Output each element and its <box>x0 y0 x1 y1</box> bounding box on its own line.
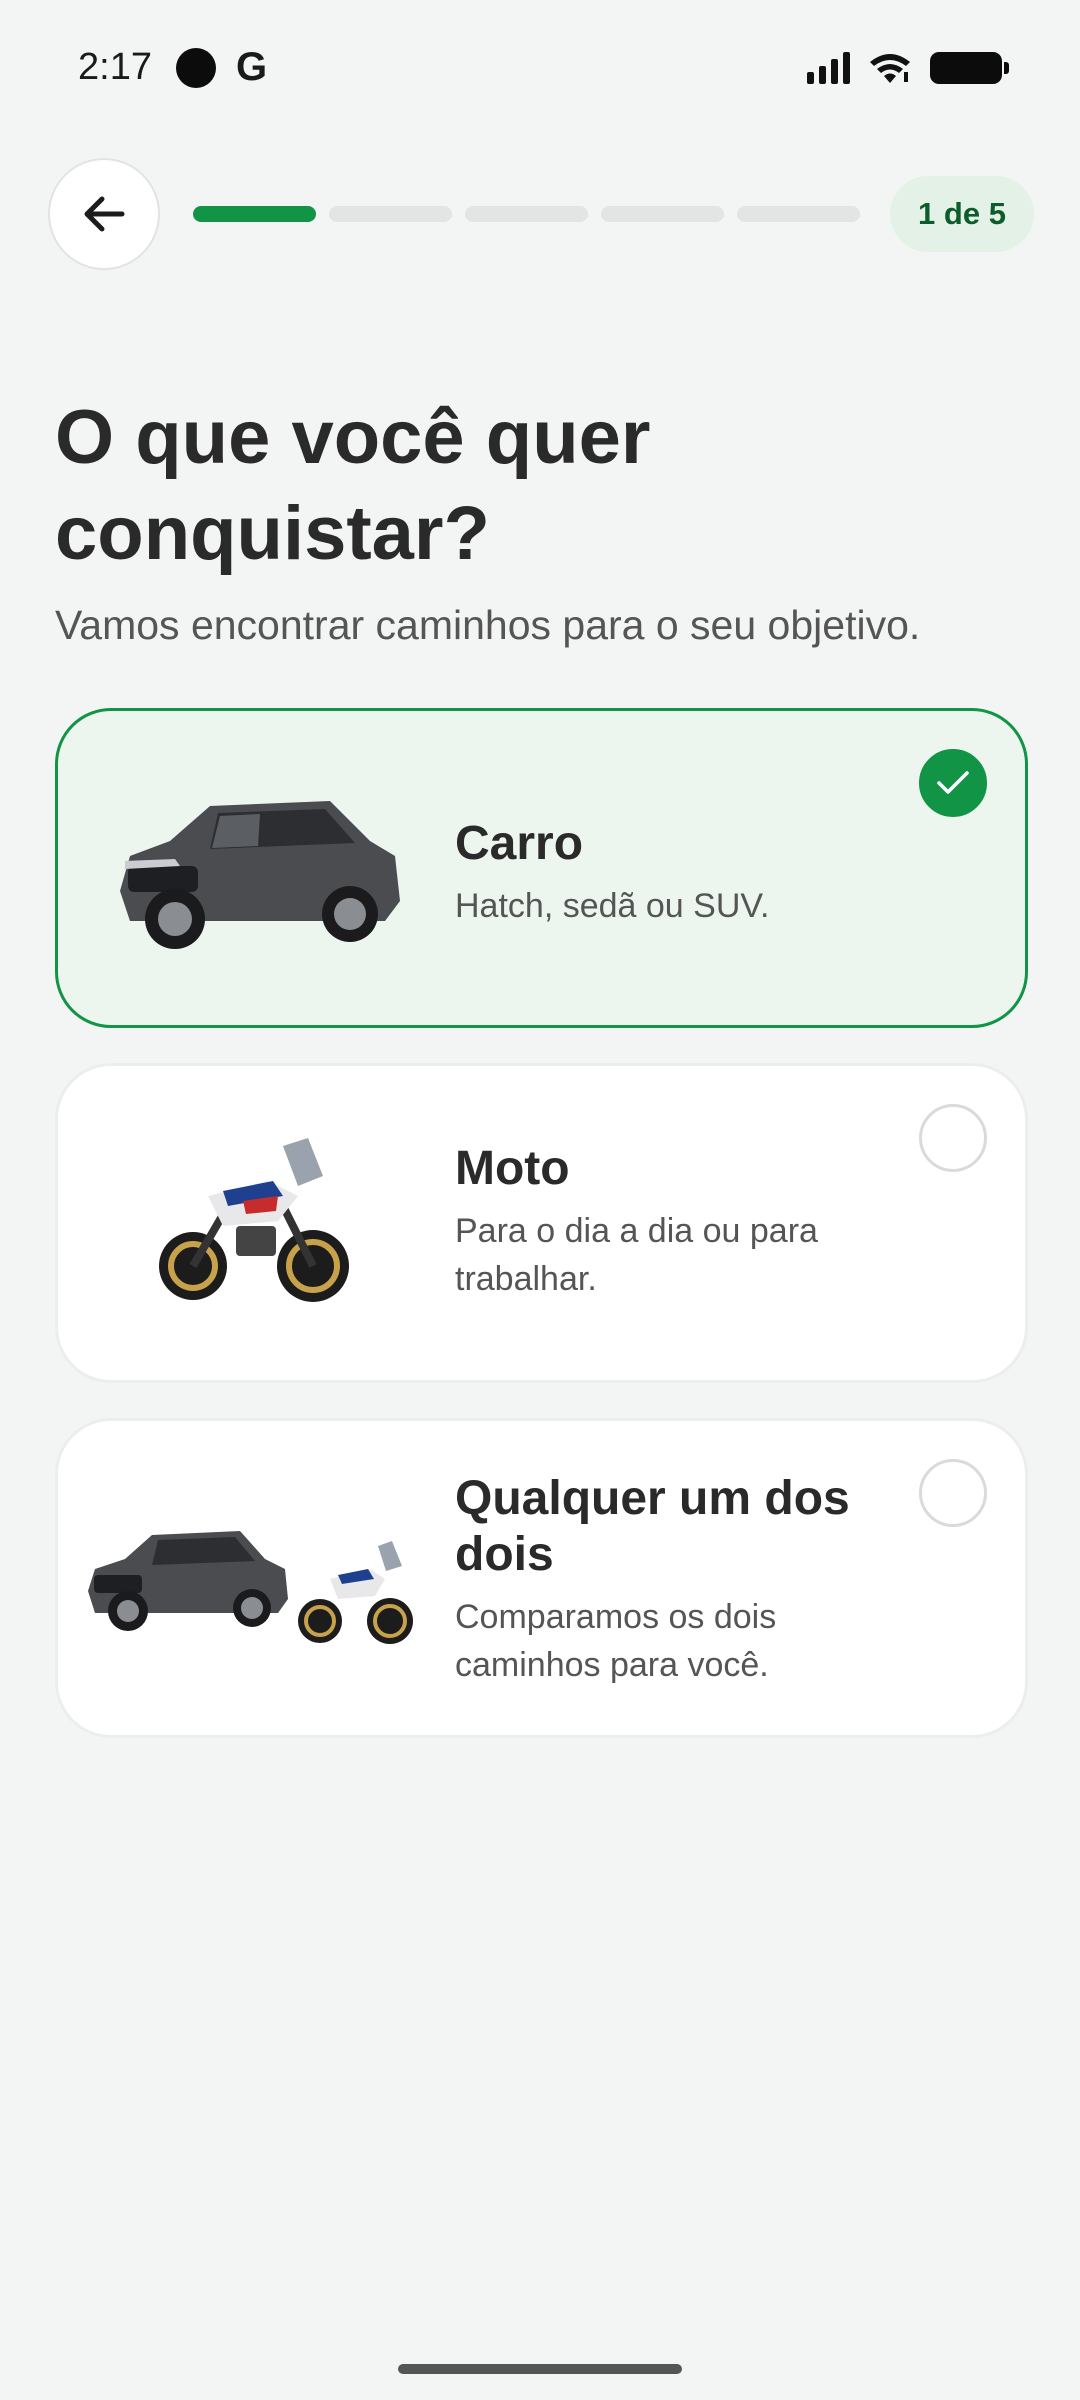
suv-car-image <box>120 801 400 949</box>
option-desc-moto-line1: Para o dia a dia ou para <box>455 1212 818 1250</box>
step-progress-bar <box>193 206 860 222</box>
adventure-motorcycle-image <box>159 1138 349 1302</box>
option-desc-moto: Para o dia a dia ou para trabalhar. <box>455 1207 865 1303</box>
wifi-icon <box>870 53 910 83</box>
battery-icon <box>930 51 1009 84</box>
option-title-ambos-line2: dois <box>455 1528 554 1581</box>
status-bar: 2:17 G <box>0 0 1080 135</box>
option-card-carro[interactable]: Carro Hatch, sedã ou SUV. <box>55 708 1028 1028</box>
progress-segment-3 <box>465 206 588 222</box>
check-icon <box>937 771 969 794</box>
progress-segment-1 <box>193 206 316 222</box>
option-card-moto[interactable]: Moto Para o dia a dia ou para trabalhar. <box>55 1063 1028 1383</box>
step-counter-badge: 1 de 5 <box>890 176 1034 252</box>
page-title: O que você quer conquistar? <box>55 390 1015 582</box>
page-subtitle: Vamos encontrar caminhos para o seu obje… <box>55 602 921 648</box>
status-time: 2:17 <box>78 46 152 88</box>
option-text-ambos: Qualquer um dos dois Comparamos os dois … <box>455 1471 865 1689</box>
radio-ambos[interactable] <box>919 1459 987 1527</box>
progress-segment-2 <box>329 206 452 222</box>
page-title-line1: O que você quer <box>55 395 651 480</box>
home-indicator[interactable] <box>398 2364 682 2374</box>
option-title-carro: Carro <box>455 817 584 870</box>
option-card-ambos[interactable]: Qualquer um dos dois Comparamos os dois … <box>55 1418 1028 1738</box>
progress-segment-5 <box>737 206 860 222</box>
page-title-line2: conquistar? <box>55 491 490 576</box>
option-desc-moto-line2: trabalhar. <box>455 1260 597 1298</box>
option-desc-carro: Hatch, sedã ou SUV. <box>455 887 770 925</box>
option-desc-ambos: Comparamos os dois caminhos para você. <box>455 1593 865 1689</box>
option-desc-ambos-line2: caminhos para você. <box>455 1646 769 1684</box>
arrow-left-icon <box>84 196 125 232</box>
progress-segment-4 <box>601 206 724 222</box>
car-and-motorcycle-image <box>88 1531 413 1644</box>
radio-moto[interactable] <box>919 1104 987 1172</box>
google-icon: G <box>235 45 268 89</box>
back-button[interactable] <box>48 158 160 270</box>
suv-car-image-small <box>88 1531 288 1631</box>
radio-carro[interactable] <box>919 749 987 817</box>
notification-dot-icon <box>175 47 216 88</box>
adventure-motorcycle-image-small <box>298 1541 413 1644</box>
option-title-ambos-line1: Qualquer um dos <box>455 1472 850 1525</box>
signal-icon <box>807 51 850 84</box>
option-title-moto: Moto <box>455 1142 570 1195</box>
option-text-carro: Carro Hatch, sedã ou SUV. <box>455 816 865 930</box>
option-text-moto: Moto Para o dia a dia ou para trabalhar. <box>455 1141 865 1303</box>
option-title-ambos: Qualquer um dos dois <box>455 1471 865 1583</box>
status-icons <box>807 50 1009 86</box>
option-desc-ambos-line1: Comparamos os dois <box>455 1598 777 1636</box>
